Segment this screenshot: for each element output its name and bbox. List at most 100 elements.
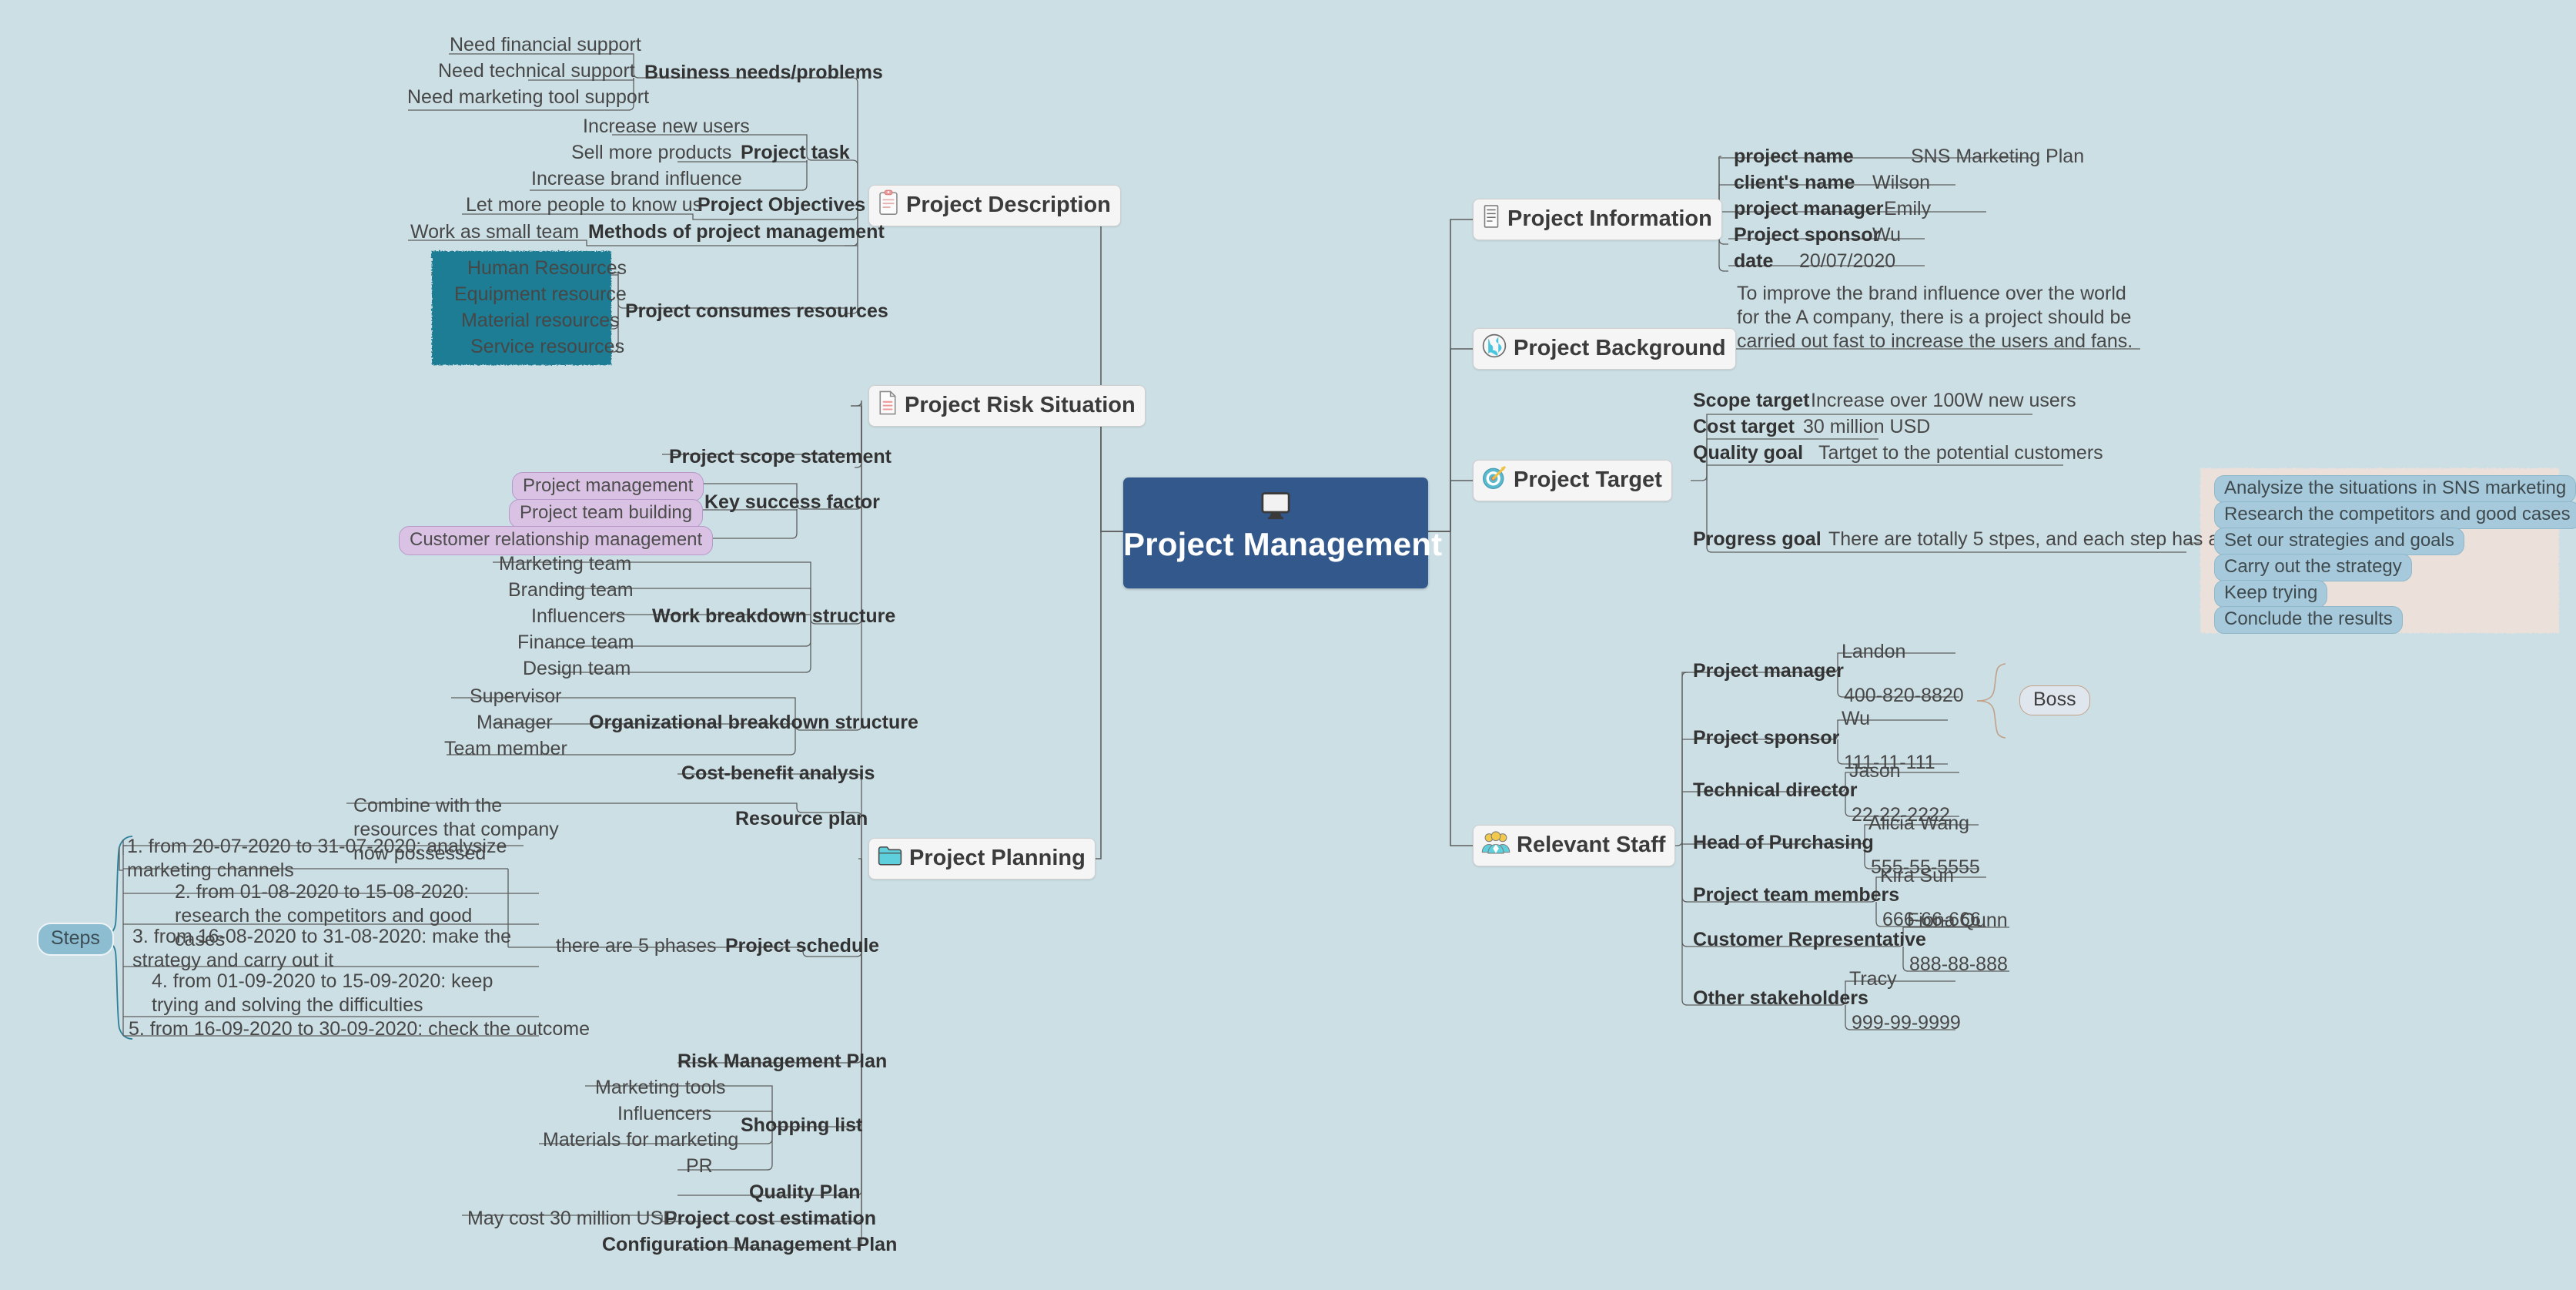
info-key-project-manager[interactable]: project manager (1728, 196, 1889, 223)
label-key-success-factor[interactable]: Key success factor (699, 490, 885, 516)
branch-project-planning[interactable]: Project Planning (868, 838, 1096, 880)
target-value-quality[interactable]: Tartget to the potential customers (1813, 441, 2109, 467)
info-key-project-sponsor[interactable]: Project sponsor (1728, 223, 1885, 249)
target-value-cost[interactable]: 30 million USD (1798, 414, 1935, 441)
item-manager[interactable]: Manager (471, 710, 558, 736)
item-increase-new-users[interactable]: Increase new users (577, 114, 755, 140)
progress-item-2[interactable]: Research the competitors and good cases (2214, 501, 2576, 529)
info-value-date[interactable]: 20/07/2020 (1794, 249, 1901, 275)
staff-role-customer-representative[interactable]: Customer Representative (1688, 927, 1932, 953)
label-organizational-breakdown-structure[interactable]: Organizational breakdown structure (584, 710, 924, 736)
info-key-date[interactable]: date (1728, 249, 1778, 275)
label-cost-benefit-analysis[interactable]: Cost-benefit analysis (676, 761, 880, 787)
staff-name-project-team-members[interactable]: Kira Sun (1875, 863, 1959, 890)
item-service-resources[interactable]: Service resources (465, 334, 630, 360)
progress-item-1[interactable]: Analysize the situations in SNS marketin… (2214, 475, 2576, 503)
item-design-team[interactable]: Design team (517, 656, 636, 682)
target-key-progress[interactable]: Progress goal (1688, 527, 1827, 553)
item-work-as-small-team[interactable]: Work as small team (405, 219, 584, 246)
item-project-team-building[interactable]: Project team building (509, 499, 704, 528)
staff-role-project-team-members[interactable]: Project team members (1688, 883, 1905, 909)
info-key-clients-name[interactable]: client's name (1728, 170, 1860, 196)
step-1[interactable]: 1. from 20-07-2020 to 31-07-2020: analys… (122, 834, 524, 885)
staff-name-project-sponsor[interactable]: Wu (1836, 706, 1875, 732)
item-influencers-shopping[interactable]: Influencers (612, 1101, 717, 1127)
branch-relevant-staff[interactable]: Relevant Staff (1473, 825, 1676, 866)
staff-name-technical-director[interactable]: Jason (1844, 759, 1906, 785)
item-increase-brand-influence[interactable]: Increase brand influence (526, 166, 748, 193)
progress-item-4[interactable]: Carry out the strategy (2214, 554, 2412, 581)
item-project-management[interactable]: Project management (512, 472, 704, 501)
steps-node[interactable]: Steps (37, 923, 114, 956)
label-shopping-list[interactable]: Shopping list (735, 1113, 868, 1139)
item-equipment-resource[interactable]: Equipment resource (449, 282, 632, 308)
item-pr[interactable]: PR (681, 1154, 718, 1180)
item-supervisor[interactable]: Supervisor (464, 684, 567, 710)
label-configuration-management-plan[interactable]: Configuration Management Plan (597, 1232, 902, 1258)
note-there-are-5-phases[interactable]: there are 5 phases (550, 933, 721, 960)
label-project-scope-statement[interactable]: Project scope statement (664, 444, 897, 471)
staff-name-project-manager[interactable]: Landon (1836, 639, 1911, 665)
item-materials-for-marketing[interactable]: Materials for marketing (537, 1127, 744, 1154)
item-marketing-tools[interactable]: Marketing tools (590, 1075, 731, 1101)
staff-name-head-of-purchasing[interactable]: Alicia Wang (1863, 811, 1975, 837)
branch-project-background[interactable]: Project Background (1473, 328, 1736, 370)
label-risk-management-plan[interactable]: Risk Management Plan (672, 1049, 892, 1075)
label-work-breakdown-structure[interactable]: Work breakdown structure (647, 604, 901, 630)
staff-role-head-of-purchasing[interactable]: Head of Purchasing (1688, 830, 1879, 856)
info-value-project-manager[interactable]: Emily (1878, 196, 1936, 223)
background-text[interactable]: To improve the brand influence over the … (1731, 281, 2141, 356)
progress-item-3[interactable]: Set our strategies and goals (2214, 528, 2464, 555)
label-project-cost-estimation[interactable]: Project cost estimation (659, 1206, 882, 1232)
branch-project-description[interactable]: Project Description (868, 185, 1121, 226)
item-finance-team[interactable]: Finance team (512, 630, 639, 656)
item-marketing-team[interactable]: Marketing team (493, 551, 637, 578)
label-methods-of-project-management[interactable]: Methods of project management (583, 219, 890, 246)
root-node[interactable]: Project Management (1123, 477, 1442, 588)
staff-phone-other-stakeholders[interactable]: 999-99-9999 (1846, 1010, 1966, 1037)
target-key-scope[interactable]: Scope target (1688, 388, 1815, 414)
label-business-needs[interactable]: Business needs/problems (639, 60, 888, 86)
staff-role-technical-director[interactable]: Technical director (1688, 778, 1863, 804)
staff-phone-customer-representative[interactable]: 888-88-888 (1904, 952, 2013, 978)
label-project-schedule[interactable]: Project schedule (720, 933, 885, 960)
step-5[interactable]: 5. from 16-09-2020 to 30-09-2020: check … (123, 1017, 595, 1043)
staff-phone-project-manager[interactable]: 400-820-8820 (1838, 683, 1969, 709)
target-key-cost[interactable]: Cost target (1688, 414, 1800, 441)
item-influencers[interactable]: Influencers (526, 604, 631, 630)
staff-role-project-sponsor[interactable]: Project sponsor (1688, 725, 1845, 752)
staff-role-project-manager[interactable]: Project manager (1688, 658, 1849, 685)
item-need-financial-support[interactable]: Need financial support (444, 32, 647, 59)
target-key-quality[interactable]: Quality goal (1688, 441, 1808, 467)
branch-project-risk-situation[interactable]: Project Risk Situation (868, 385, 1146, 427)
info-value-project-name[interactable]: SNS Marketing Plan (1905, 144, 2089, 170)
branch-project-information[interactable]: Project Information (1473, 199, 1722, 240)
branch-project-target[interactable]: Project Target (1473, 460, 1672, 501)
item-material-resources[interactable]: Material resources (456, 308, 625, 334)
staff-name-customer-representative[interactable]: Fiona Qunn (1902, 908, 2013, 934)
item-let-more-people-know-us[interactable]: Let more people to know us (460, 193, 708, 219)
label-project-consumes-resources[interactable]: Project consumes resources (620, 299, 894, 325)
label-project-task[interactable]: Project task (735, 140, 855, 166)
info-value-clients-name[interactable]: Wilson (1867, 170, 1935, 196)
item-may-cost-30m[interactable]: May cost 30 million USD (462, 1206, 682, 1232)
info-key-project-name[interactable]: project name (1728, 144, 1859, 170)
progress-item-5[interactable]: Keep trying (2214, 580, 2328, 608)
boss-node[interactable]: Boss (2019, 685, 2090, 715)
item-sell-more-products[interactable]: Sell more products (566, 140, 737, 166)
info-value-project-sponsor[interactable]: Wu (1867, 223, 1906, 249)
step-3[interactable]: 3. from 16-08-2020 to 31-08-2020: make t… (127, 924, 535, 975)
item-human-resources[interactable]: Human Resources (462, 256, 632, 282)
label-resource-plan[interactable]: Resource plan (730, 806, 873, 833)
item-need-marketing-tool-support[interactable]: Need marketing tool support (402, 85, 654, 111)
staff-name-other-stakeholders[interactable]: Tracy (1844, 967, 1902, 993)
item-branding-team[interactable]: Branding team (503, 578, 639, 604)
item-team-member[interactable]: Team member (439, 736, 573, 762)
step-4[interactable]: 4. from 01-09-2020 to 15-09-2020: keep t… (146, 969, 531, 1020)
progress-item-6[interactable]: Conclude the results (2214, 606, 2403, 634)
label-quality-plan[interactable]: Quality Plan (744, 1180, 865, 1206)
item-need-technical-support[interactable]: Need technical support (433, 59, 641, 85)
target-value-scope[interactable]: Increase over 100W new users (1805, 388, 2082, 414)
target-value-progress[interactable]: There are totally 5 stpes, and each step… (1823, 527, 2271, 553)
label-project-objectives[interactable]: Project Objectives (692, 193, 871, 219)
